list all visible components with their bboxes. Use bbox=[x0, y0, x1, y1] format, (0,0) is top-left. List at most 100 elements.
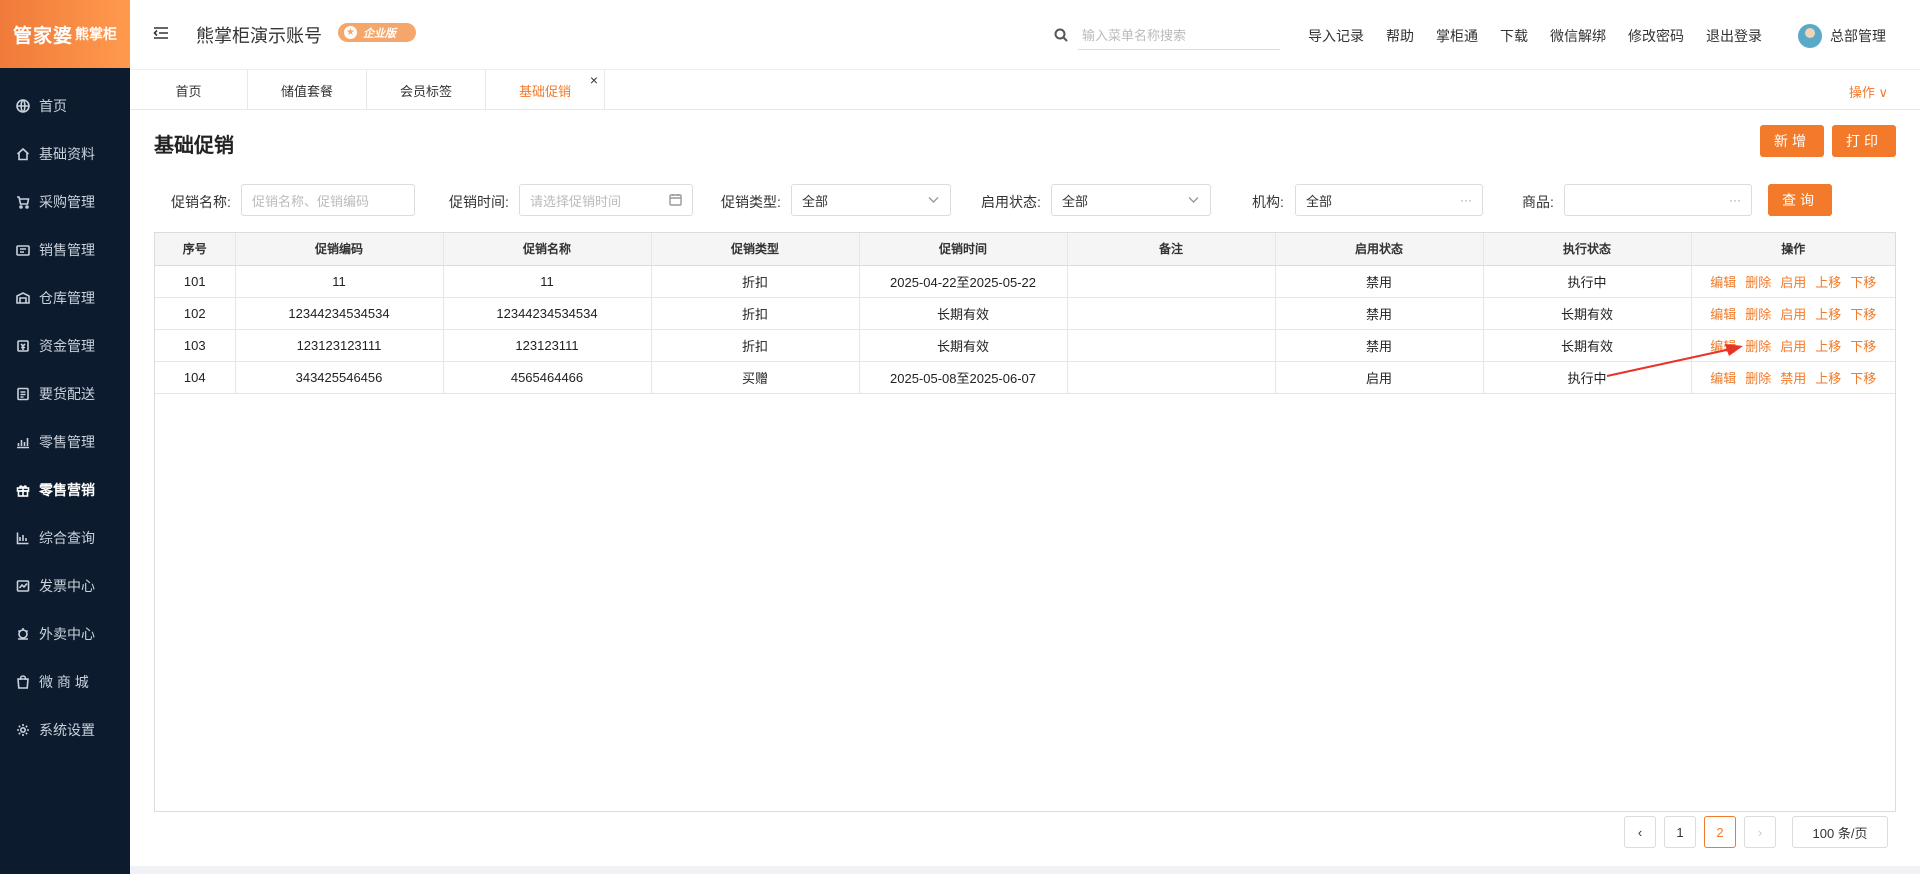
cell-ops: 编辑 删除 禁用 上移 下移 bbox=[1691, 361, 1895, 394]
calendar-icon bbox=[669, 193, 682, 209]
tab-member-tags[interactable]: 会员标签 bbox=[367, 70, 486, 110]
shop-icon bbox=[15, 674, 31, 690]
next-page-button[interactable]: › bbox=[1744, 816, 1776, 848]
sidebar-item[interactable]: 零售管理 bbox=[0, 418, 130, 466]
table-row[interactable]: 101 11 11 折扣 2025-04-22至2025-05-22 禁用 执行中 编辑 删除启… bbox=[155, 265, 1895, 298]
cell-exec: 执行中 bbox=[1483, 265, 1692, 298]
column-header[interactable]: 促销名称 bbox=[443, 233, 652, 266]
page-1-button[interactable]: 1 bbox=[1664, 816, 1696, 848]
move-down-link[interactable]: 下移 bbox=[1850, 272, 1876, 291]
table-row[interactable]: 103 123123123111 123123111 折扣 长期有效 禁用 长期有效 编辑 删除… bbox=[155, 329, 1895, 362]
sidebar-item[interactable]: 外卖中心 bbox=[0, 610, 130, 658]
column-header[interactable]: 促销类型 bbox=[651, 233, 860, 266]
column-header[interactable]: 促销编码 bbox=[235, 233, 444, 266]
cell-ops: 编辑 删除 启用 上移 下移 bbox=[1691, 265, 1895, 298]
sidebar-item[interactable]: 综合查询 bbox=[0, 514, 130, 562]
sidebar-item-label: 系统设置 bbox=[39, 722, 95, 738]
add-button[interactable]: 新增 bbox=[1760, 125, 1824, 157]
move-down-link[interactable]: 下移 bbox=[1850, 336, 1876, 355]
tab-label: 会员标签 bbox=[399, 83, 452, 99]
page-size-select[interactable]: 100 条/页 bbox=[1792, 816, 1888, 848]
close-icon[interactable]: × bbox=[590, 72, 598, 88]
tabs-operations-menu[interactable]: 操作 ∨ bbox=[1849, 82, 1888, 101]
sidebar-item-label: 销售管理 bbox=[39, 242, 95, 258]
move-up-link[interactable]: 上移 bbox=[1815, 368, 1841, 387]
promo-name-label: 促销名称: bbox=[171, 194, 231, 210]
sidebar-item[interactable]: 要货配送 bbox=[0, 370, 130, 418]
enable-status-select[interactable]: 全部 bbox=[1051, 184, 1211, 216]
delete-link[interactable]: 删除 bbox=[1745, 368, 1771, 387]
column-header[interactable]: 操作 bbox=[1691, 233, 1895, 266]
search-icon[interactable] bbox=[1054, 28, 1068, 42]
header-link[interactable]: 修改密码 bbox=[1628, 26, 1684, 46]
sidebar-item[interactable]: 销售管理 bbox=[0, 226, 130, 274]
delete-link[interactable]: 删除 bbox=[1745, 336, 1771, 355]
edit-link[interactable]: 编辑 bbox=[1710, 336, 1736, 355]
menu-search-input[interactable] bbox=[1078, 22, 1280, 50]
prev-page-button[interactable]: ‹ bbox=[1624, 816, 1656, 848]
move-down-link[interactable]: 下移 bbox=[1850, 368, 1876, 387]
move-up-link[interactable]: 上移 bbox=[1815, 304, 1841, 323]
edit-link[interactable]: 编辑 bbox=[1710, 368, 1736, 387]
move-down-link[interactable]: 下移 bbox=[1850, 304, 1876, 323]
move-up-link[interactable]: 上移 bbox=[1815, 336, 1841, 355]
org-label: 机构: bbox=[1252, 194, 1284, 210]
move-up-link[interactable]: 上移 bbox=[1815, 272, 1841, 291]
delete-link[interactable]: 删除 bbox=[1745, 304, 1771, 323]
sidebar-item-label: 外卖中心 bbox=[39, 626, 95, 642]
retail-icon bbox=[15, 434, 31, 450]
page-2-button[interactable]: 2 bbox=[1704, 816, 1736, 848]
tab-stored-value[interactable]: 储值套餐 bbox=[248, 70, 367, 110]
query-button[interactable]: 查询 bbox=[1768, 184, 1832, 216]
toggle-enable-link[interactable]: 禁用 bbox=[1780, 368, 1806, 387]
sidebar-item[interactable]: 资金管理 bbox=[0, 322, 130, 370]
sidebar-item[interactable]: 采购管理 bbox=[0, 178, 130, 226]
cell-enabled: 禁用 bbox=[1275, 329, 1484, 362]
cell-enabled: 禁用 bbox=[1275, 265, 1484, 298]
delete-link[interactable]: 删除 bbox=[1745, 272, 1771, 291]
column-header[interactable]: 启用状态 bbox=[1275, 233, 1484, 266]
tab-basic-promotion[interactable]: 基础促销 × bbox=[486, 70, 605, 110]
sidebar-item[interactable]: 仓库管理 bbox=[0, 274, 130, 322]
goods-selector[interactable]: ··· bbox=[1564, 184, 1752, 216]
user-menu[interactable]: 总部管理 bbox=[1798, 24, 1886, 48]
toggle-enable-link[interactable]: 启用 bbox=[1780, 272, 1806, 291]
sidebar-item[interactable]: 系统设置 bbox=[0, 706, 130, 754]
sidebar-item[interactable]: 微 商 城 bbox=[0, 658, 130, 706]
more-icon[interactable]: ··· bbox=[1460, 193, 1472, 207]
sidebar-item[interactable]: 首页 bbox=[0, 82, 130, 130]
cell-enabled: 禁用 bbox=[1275, 297, 1484, 330]
menu-fold-icon[interactable] bbox=[152, 24, 170, 42]
column-header[interactable]: 促销时间 bbox=[859, 233, 1068, 266]
edit-link[interactable]: 编辑 bbox=[1710, 272, 1736, 291]
org-selector[interactable]: 全部 ··· bbox=[1295, 184, 1483, 216]
sidebar-item[interactable]: 基础资料 bbox=[0, 130, 130, 178]
header-link[interactable]: 下载 bbox=[1500, 26, 1528, 46]
table-row[interactable]: 104 343425546456 4565464466 买赠 2025-05-08至20… bbox=[155, 361, 1895, 394]
header-link[interactable]: 导入记录 bbox=[1308, 26, 1364, 46]
warehouse-icon bbox=[15, 290, 31, 306]
sidebar-item[interactable]: 发票中心 bbox=[0, 562, 130, 610]
brand-logo[interactable]: 管家婆 熊掌柜 bbox=[0, 0, 130, 68]
column-header[interactable]: 序号 bbox=[155, 233, 236, 266]
promo-type-select[interactable]: 全部 bbox=[791, 184, 951, 216]
toggle-enable-link[interactable]: 启用 bbox=[1780, 304, 1806, 323]
promo-name-input[interactable]: 促销名称、促销编码 bbox=[241, 184, 415, 216]
tabs-bar: 首页 储值套餐 会员标签 基础促销 × 操作 ∨ bbox=[130, 70, 1920, 110]
promo-name-placeholder: 促销名称、促销编码 bbox=[252, 193, 370, 209]
tab-home[interactable]: 首页 bbox=[130, 70, 248, 110]
cell-seq: 101 bbox=[155, 265, 236, 298]
toggle-enable-link[interactable]: 启用 bbox=[1780, 336, 1806, 355]
promo-time-picker[interactable]: 请选择促销时间 bbox=[519, 184, 693, 216]
column-header[interactable]: 备注 bbox=[1067, 233, 1276, 266]
sidebar-item[interactable]: 零售营销 bbox=[0, 466, 130, 514]
print-button[interactable]: 打印 bbox=[1832, 125, 1896, 157]
edit-link[interactable]: 编辑 bbox=[1710, 304, 1736, 323]
column-header[interactable]: 执行状态 bbox=[1483, 233, 1692, 266]
more-icon[interactable]: ··· bbox=[1729, 193, 1741, 207]
header-link[interactable]: 退出登录 bbox=[1706, 26, 1762, 46]
header-link[interactable]: 掌柜通 bbox=[1436, 26, 1478, 46]
header-link[interactable]: 微信解绑 bbox=[1550, 26, 1606, 46]
table-row[interactable]: 102 12344234534534 12344234534534 折扣 长期有效 禁用长… bbox=[155, 297, 1895, 330]
header-link[interactable]: 帮助 bbox=[1386, 26, 1414, 46]
